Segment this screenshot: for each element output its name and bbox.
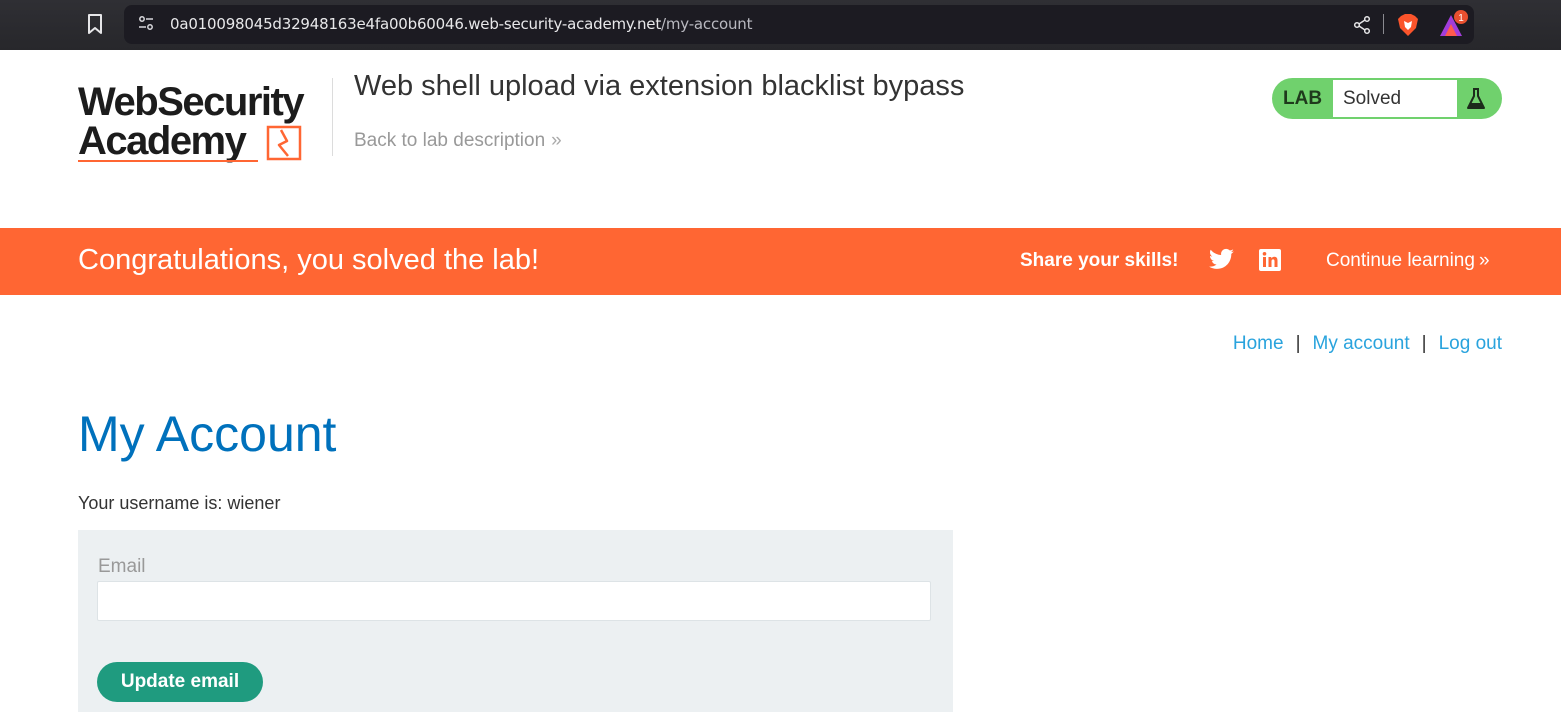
- tune-icon[interactable]: [138, 15, 154, 31]
- email-input[interactable]: [97, 581, 931, 621]
- header-divider: [332, 78, 333, 156]
- page-title: My Account: [78, 406, 337, 462]
- logo-text-line2: Academy: [78, 119, 247, 163]
- back-link-label: Back to lab description: [354, 130, 546, 151]
- continue-learning-link[interactable]: Continue learning»: [1326, 250, 1490, 272]
- email-label: Email: [98, 556, 146, 577]
- lab-badge-label: LAB: [1283, 88, 1323, 109]
- nav-log-out-link[interactable]: Log out: [1439, 333, 1502, 354]
- banner-message: Congratulations, you solved the lab!: [78, 244, 540, 276]
- twitter-icon[interactable]: [1208, 248, 1235, 272]
- update-email-button[interactable]: Update email: [97, 662, 263, 702]
- browser-toolbar: 0a010098045d32948163e4fa00b60046.web-sec…: [0, 0, 1561, 50]
- url-path: /my-account: [661, 15, 753, 33]
- web-security-academy-logo[interactable]: WebSecurity Academy: [78, 76, 333, 168]
- url-host: 0a010098045d32948163e4fa00b60046.web-sec…: [170, 15, 662, 33]
- flask-icon: [1467, 88, 1485, 109]
- account-nav: Home | My account | Log out: [1233, 333, 1502, 355]
- logo-lightning-icon: [266, 125, 302, 161]
- url-text[interactable]: 0a010098045d32948163e4fa00b60046.web-sec…: [170, 15, 752, 33]
- back-to-lab-description-link[interactable]: Back to lab description»: [354, 130, 562, 152]
- nav-my-account-link[interactable]: My account: [1313, 333, 1410, 354]
- brave-shield-icon[interactable]: [1397, 13, 1419, 37]
- toolbar-separator: [1383, 14, 1384, 34]
- share-skills-label: Share your skills!: [1020, 250, 1179, 271]
- change-email-form: Email Update email: [78, 530, 953, 712]
- double-chevron-right-icon: »: [551, 130, 562, 151]
- bookmark-icon[interactable]: [86, 13, 104, 35]
- nav-home-link[interactable]: Home: [1233, 333, 1284, 354]
- rewards-badge-count: 1: [1458, 13, 1464, 24]
- nav-separator: |: [1295, 333, 1301, 354]
- double-chevron-right-icon: »: [1478, 250, 1490, 271]
- logo-underline: [78, 160, 258, 162]
- lab-status-box: Solved: [1333, 80, 1457, 117]
- share-icon[interactable]: [1352, 15, 1372, 35]
- username-text: Your username is: wiener: [78, 493, 281, 513]
- brave-rewards-icon[interactable]: 1: [1437, 9, 1471, 39]
- linkedin-icon[interactable]: [1258, 248, 1282, 272]
- solved-banner: Congratulations, you solved the lab! Sha…: [0, 228, 1561, 295]
- nav-separator: |: [1421, 333, 1427, 354]
- continue-learning-label: Continue learning: [1326, 250, 1475, 271]
- lab-status-text: Solved: [1343, 88, 1402, 109]
- lab-status-badge: LAB Solved: [1272, 78, 1502, 119]
- lab-title: Web shell upload via extension blacklist…: [354, 70, 965, 102]
